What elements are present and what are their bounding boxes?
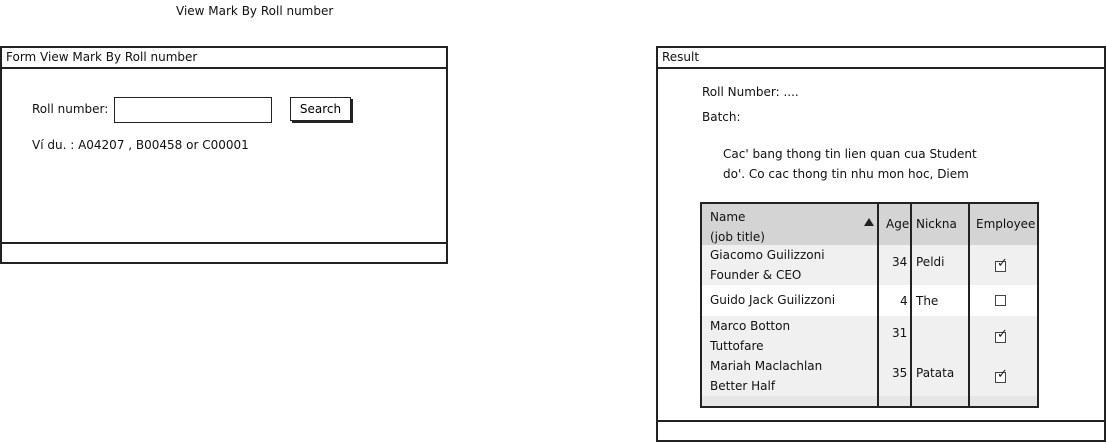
batch-text: Batch: bbox=[702, 110, 741, 124]
form-window-footer bbox=[0, 242, 448, 264]
table-row[interactable]: Guido Jack Guilizzoni 4 The bbox=[702, 285, 1037, 316]
row-title: Better Half bbox=[710, 379, 776, 393]
result-window-footer bbox=[656, 420, 1106, 442]
row-name: Guido Jack Guilizzoni bbox=[710, 293, 836, 307]
sort-ascending-icon[interactable] bbox=[864, 218, 874, 226]
description-line-2: do'. Co cac thong tin nhu mon hoc, Diem bbox=[723, 167, 969, 181]
header-nickname[interactable]: Nickna bbox=[916, 217, 957, 231]
roll-number-example: Ví du. : A04207 , B00458 or C00001 bbox=[32, 138, 249, 152]
row-age: 34 bbox=[892, 255, 908, 269]
student-data-table: Name (job title) Age Nickna Employee Gia… bbox=[700, 202, 1039, 408]
row-name: Mariah Maclachlan bbox=[710, 359, 823, 373]
search-button[interactable]: Search bbox=[290, 97, 351, 121]
row-title: Tuttofare bbox=[710, 339, 764, 353]
form-window: Form View Mark By Roll number Roll numbe… bbox=[0, 46, 448, 244]
table-row[interactable]: Marco Botton Tuttofare 31 ✓ bbox=[702, 316, 1037, 356]
row-name: Marco Botton bbox=[710, 319, 791, 333]
table-empty-row bbox=[702, 396, 1037, 406]
page-title: View Mark By Roll number bbox=[176, 4, 334, 18]
column-divider bbox=[968, 204, 970, 406]
description-line-1: Cac' bang thong tin lien quan cua Studen… bbox=[723, 147, 977, 161]
roll-number-label: Roll number: bbox=[32, 102, 109, 116]
row-name: Giacomo Guilizzoni bbox=[710, 248, 825, 262]
roll-number-input[interactable] bbox=[114, 97, 272, 123]
column-divider bbox=[877, 204, 879, 406]
form-window-title: Form View Mark By Roll number bbox=[2, 48, 446, 69]
row-age: 31 bbox=[892, 326, 908, 340]
header-name[interactable]: Name (job title) bbox=[710, 207, 765, 247]
column-divider bbox=[910, 204, 912, 406]
checkbox-checked-icon[interactable]: ✓ bbox=[995, 328, 1008, 343]
row-nickname: The bbox=[916, 294, 939, 308]
table-row[interactable]: Giacomo Guilizzoni Founder & CEO 34 Peld… bbox=[702, 245, 1037, 285]
roll-number-text: Roll Number: .... bbox=[702, 85, 799, 99]
row-age: 4 bbox=[900, 294, 908, 308]
header-employee[interactable]: Employee bbox=[976, 217, 1035, 231]
table-row[interactable]: Mariah Maclachlan Better Half 35 Patata … bbox=[702, 356, 1037, 396]
checkbox-empty-icon[interactable] bbox=[995, 295, 1006, 306]
row-title: Founder & CEO bbox=[710, 268, 802, 282]
header-age[interactable]: Age bbox=[886, 217, 909, 231]
checkbox-checked-icon[interactable]: ✓ bbox=[995, 257, 1008, 272]
row-nickname: Peldi bbox=[916, 255, 945, 269]
result-window-title: Result bbox=[658, 48, 1104, 69]
row-age: 35 bbox=[892, 366, 908, 380]
table-header: Name (job title) Age Nickna Employee bbox=[702, 204, 1037, 245]
checkbox-checked-icon[interactable]: ✓ bbox=[995, 368, 1008, 383]
row-nickname: Patata bbox=[916, 366, 955, 380]
